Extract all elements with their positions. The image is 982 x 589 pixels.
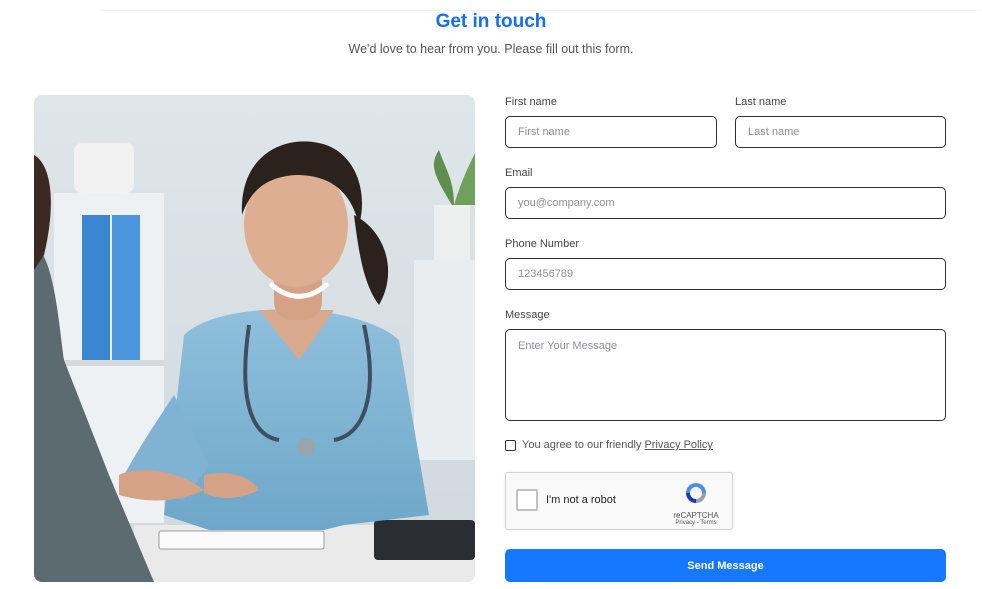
recaptcha-icon [686, 483, 706, 503]
send-message-button[interactable]: Send Message [505, 549, 946, 582]
recaptcha-checkbox[interactable] [516, 489, 538, 511]
message-textarea[interactable] [506, 330, 945, 420]
email-label: Email [505, 167, 533, 179]
last-name-input[interactable] [736, 117, 945, 147]
message-field[interactable] [505, 329, 946, 421]
email-input[interactable] [506, 188, 945, 218]
first-name-field[interactable] [505, 116, 717, 148]
agree-checkbox[interactable] [505, 439, 516, 451]
email-field[interactable] [505, 187, 946, 219]
last-name-label: Last name [735, 96, 787, 108]
privacy-agreement: You agree to our friendly Privacy Policy [505, 439, 713, 451]
first-name-input[interactable] [506, 117, 716, 147]
phone-input[interactable] [506, 259, 945, 289]
phone-field[interactable] [505, 258, 946, 290]
doctor-consultation-photo [34, 95, 475, 582]
agree-text: You agree to our friendly [522, 439, 642, 451]
page-title: Get in touch [435, 11, 547, 32]
first-name-label: First name [505, 96, 557, 108]
recaptcha-links[interactable]: Privacy - Terms [668, 520, 724, 526]
page-subtitle: We'd love to hear from you. Please fill … [348, 42, 634, 56]
recaptcha-label: I'm not a robot [546, 494, 616, 506]
phone-label: Phone Number [505, 238, 579, 250]
privacy-policy-link[interactable]: Privacy Policy [644, 439, 712, 451]
message-label: Message [505, 309, 550, 321]
recaptcha-brand-name: reCAPTCHA [673, 511, 719, 520]
recaptcha-brand: reCAPTCHA Privacy - Terms [668, 481, 724, 526]
last-name-field[interactable] [735, 116, 946, 148]
recaptcha-widget: I'm not a robot reCAPTCHA Privacy - Term… [505, 472, 733, 530]
